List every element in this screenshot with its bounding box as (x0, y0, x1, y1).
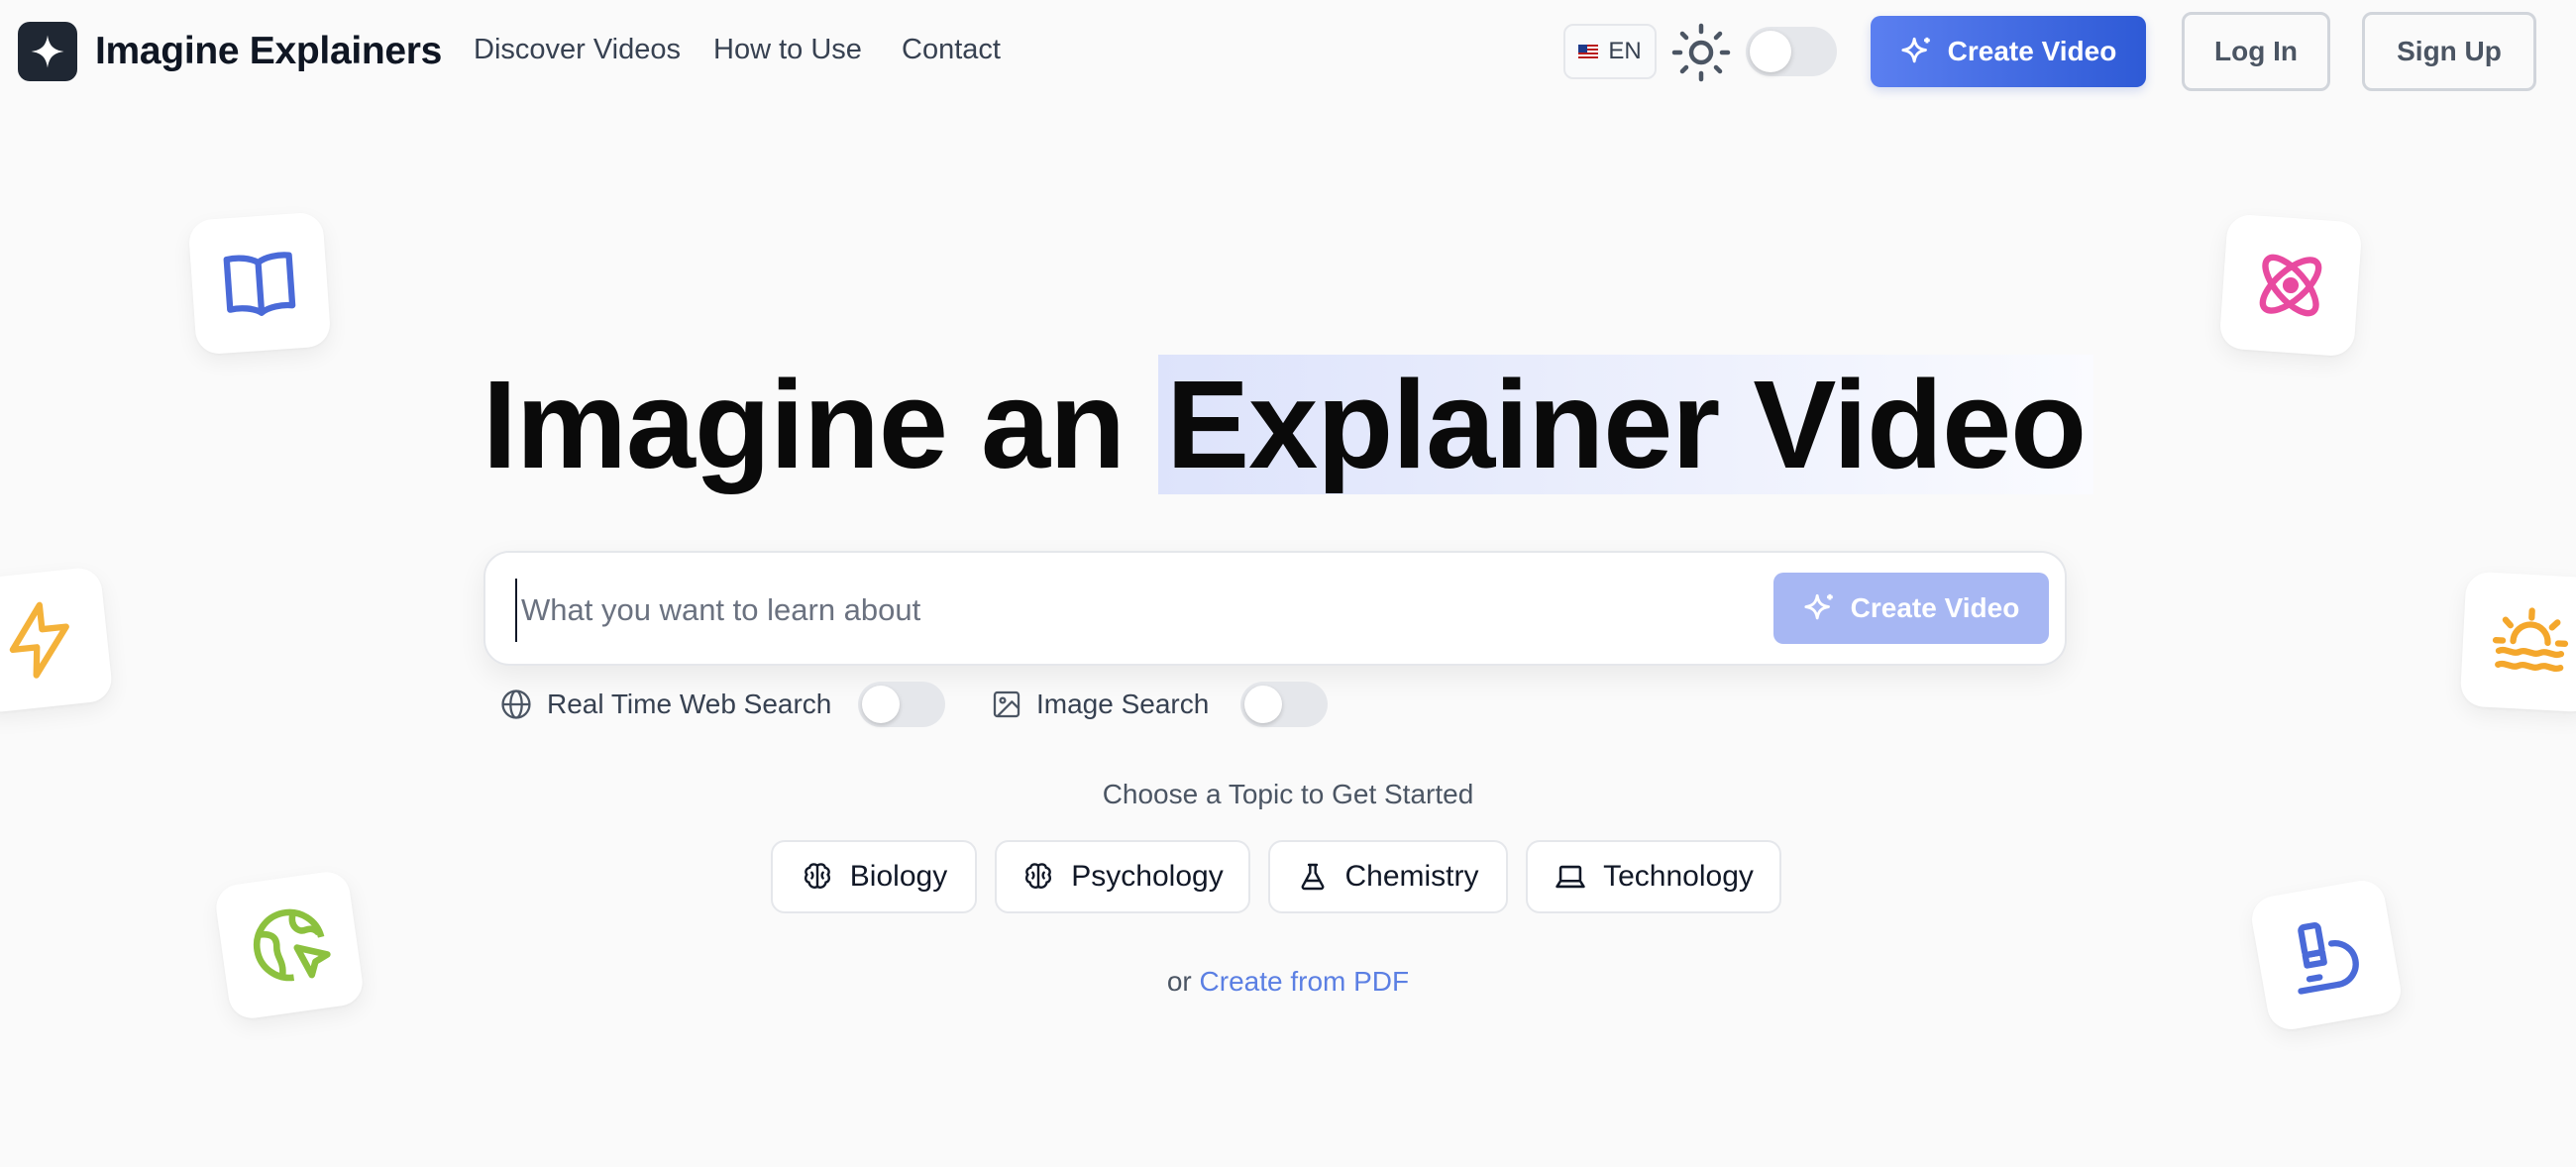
book-tile (187, 211, 332, 356)
web-search-toggle[interactable] (858, 682, 945, 727)
globe-tile (213, 869, 366, 1021)
topic-chip-biology[interactable]: Biology (771, 840, 977, 913)
atom-tile (2218, 213, 2363, 358)
log-in-button[interactable]: Log In (2182, 12, 2330, 91)
nav-discover-videos[interactable]: Discover Videos (474, 34, 681, 66)
toggle-knob (862, 686, 900, 723)
topic-chip-label: Chemistry (1344, 860, 1479, 893)
book-icon (223, 252, 296, 316)
microscope-tile (2248, 877, 2405, 1033)
sunset-icon (2492, 607, 2569, 672)
sparkles-icon (1804, 593, 1833, 620)
sign-up-button[interactable]: Sign Up (2362, 12, 2536, 91)
theme-toggle[interactable] (1746, 27, 1837, 76)
atom-icon (2259, 254, 2322, 317)
logo-sparkle-icon (18, 22, 77, 81)
create-video-label: Create Video (1947, 36, 2117, 66)
pdf-line: or Create from PDF (0, 966, 2576, 998)
laptop-icon (1556, 865, 1585, 889)
brain-icon (804, 863, 830, 889)
image-search-option: Image Search (991, 680, 1209, 729)
topic-chip-label: Biology (849, 860, 948, 893)
search-box: Create Video (483, 551, 2067, 666)
web-search-label: Real Time Web Search (547, 689, 832, 719)
topic-search-input[interactable] (515, 579, 1724, 642)
nav-contact[interactable]: Contact (902, 34, 1001, 66)
hero-title-highlight: Explainer Video (1158, 355, 2094, 494)
hero-title: Imagine an Explainer Video (0, 351, 2576, 499)
nav-how-to-use[interactable]: How to Use (713, 34, 862, 66)
search-create-video-button[interactable]: Create Video (1773, 573, 2049, 644)
language-selector[interactable]: EN (1563, 24, 1657, 79)
brand-name: Imagine Explainers (95, 30, 443, 72)
hero-title-part1: Imagine an (482, 355, 1126, 494)
language-label: EN (1608, 38, 1642, 64)
flag-us-icon (1578, 44, 1599, 59)
image-search-label: Image Search (1036, 689, 1210, 719)
search-create-video-label: Create Video (1850, 592, 2020, 623)
topic-chip-label: Psychology (1071, 860, 1224, 893)
brain-icon (1025, 863, 1052, 889)
page: Imagine Explainers Discover Videos How t… (0, 0, 2576, 1167)
sun-icon[interactable] (1670, 22, 1732, 83)
image-icon (993, 690, 1020, 718)
create-video-button[interactable]: Create Video (1871, 16, 2146, 87)
toggle-knob (1750, 31, 1791, 72)
topic-chip-label: Technology (1603, 860, 1754, 893)
sunset-tile (2459, 571, 2576, 713)
lightning-tile (0, 566, 114, 714)
web-search-option: Real Time Web Search (499, 680, 831, 729)
pdf-prefix: or (1166, 966, 1192, 997)
topic-chip-technology[interactable]: Technology (1526, 840, 1781, 913)
brand-logo[interactable]: Imagine Explainers (18, 22, 442, 81)
image-search-toggle[interactable] (1240, 682, 1328, 727)
globe-icon (501, 690, 531, 719)
sparkles-icon (1901, 37, 1930, 63)
flask-icon (1302, 863, 1325, 891)
lightning-icon (9, 601, 69, 679)
topic-chip-psychology[interactable]: Psychology (995, 840, 1250, 913)
toggle-knob (1244, 686, 1282, 723)
create-from-pdf-link[interactable]: Create from PDF (1200, 966, 1410, 997)
topic-chip-chemistry[interactable]: Chemistry (1268, 840, 1508, 913)
topic-heading: Choose a Topic to Get Started (1102, 779, 1474, 809)
